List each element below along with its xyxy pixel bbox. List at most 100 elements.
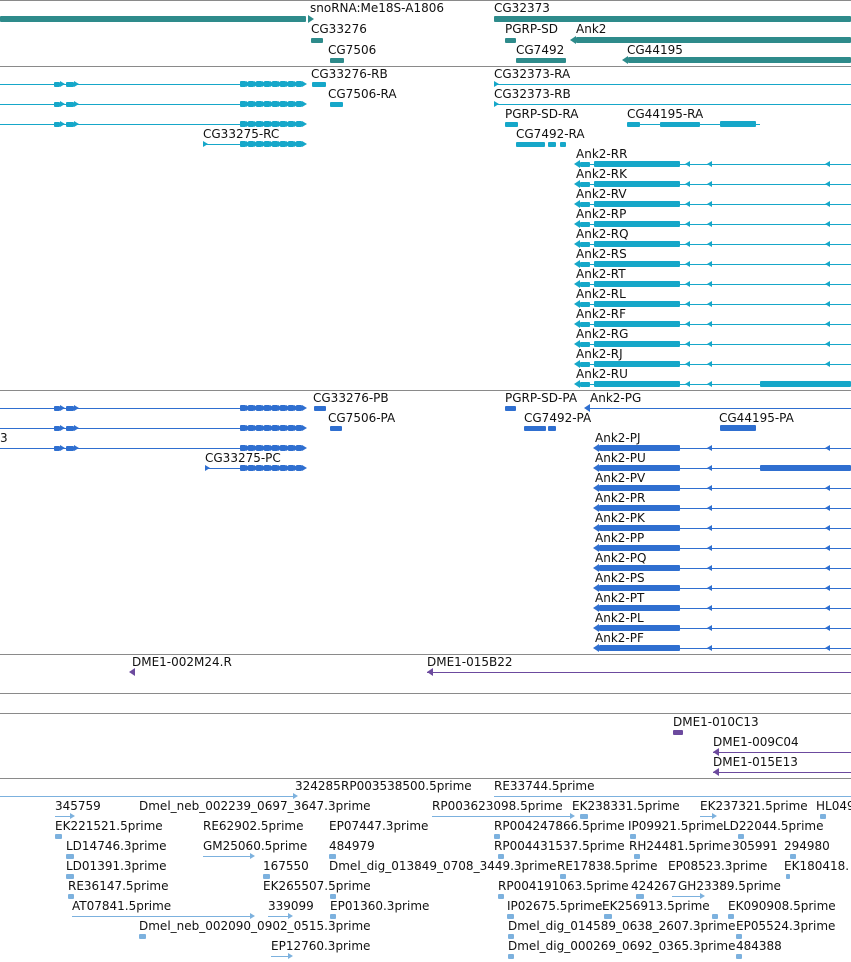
ests-label-484979[interactable]: 484979 <box>329 839 375 853</box>
exon-block[interactable] <box>548 142 556 147</box>
est-block[interactable] <box>630 834 636 839</box>
exon-block[interactable] <box>660 122 700 127</box>
ests-label-re62902-5prime[interactable]: RE62902.5prime <box>203 819 304 833</box>
proteins-label-ank2-ps[interactable]: Ank2-PS <box>595 571 645 585</box>
gene-bar[interactable] <box>494 16 851 22</box>
proteins-label-ank2-pr[interactable]: Ank2-PR <box>595 491 645 505</box>
ests-label-hl049[interactable]: HL049 <box>816 799 851 813</box>
exon-block[interactable] <box>580 322 590 327</box>
ests-label-re36147-5prime[interactable]: RE36147.5prime <box>68 879 169 893</box>
exon-block[interactable] <box>720 121 756 127</box>
est-block[interactable] <box>68 894 74 899</box>
est-block[interactable] <box>498 854 504 859</box>
exon-block[interactable] <box>548 426 556 431</box>
ests-label-324285[interactable]: 324285 <box>295 779 341 793</box>
ests-label-re33744-5prime[interactable]: RE33744.5prime <box>494 779 595 793</box>
exon-block[interactable] <box>594 241 680 247</box>
ests-label-345759[interactable]: 345759 <box>55 799 101 813</box>
genes-label-cg7506[interactable]: CG7506 <box>328 43 376 57</box>
gene-bar[interactable] <box>311 38 323 43</box>
transcripts-label-ank2-rr[interactable]: Ank2-RR <box>576 147 627 161</box>
est-block[interactable] <box>66 874 74 879</box>
exon-block[interactable] <box>516 142 545 147</box>
transcripts-label-cg44195-ra[interactable]: CG44195-RA <box>627 107 703 121</box>
ests-label-dmel-dig-000269-0692-0365-3prime[interactable]: Dmel_dig_000269_0692_0365.3prime <box>508 939 736 953</box>
exon-block[interactable] <box>580 162 590 167</box>
gene-bar[interactable] <box>516 58 566 63</box>
genes-label-cg44195[interactable]: CG44195 <box>627 43 683 57</box>
ests-label-rp003538500-5prime[interactable]: RP003538500.5prime <box>341 779 472 793</box>
exon-block[interactable] <box>580 222 590 227</box>
ests-label-ld01391-3prime[interactable]: LD01391.3prime <box>66 859 167 873</box>
est-block[interactable] <box>507 914 514 919</box>
ests-label-rp004247866-5prime[interactable]: RP004247866.5prime <box>494 819 625 833</box>
ests-label-rp004431537-5prime[interactable]: RP004431537.5prime <box>494 839 625 853</box>
transcripts-label-ank2-rs[interactable]: Ank2-RS <box>576 247 627 261</box>
exon-block[interactable] <box>594 261 680 267</box>
exon-block[interactable] <box>599 625 680 631</box>
exon-block[interactable] <box>599 585 680 591</box>
proteins-label-ank2-pf[interactable]: Ank2-PF <box>595 631 644 645</box>
transcripts-label-cg33276-rb[interactable]: CG33276-RB <box>311 67 388 81</box>
genes-label-cg33276[interactable]: CG33276 <box>311 22 367 36</box>
proteins-label-cg7492-pa[interactable]: CG7492-PA <box>524 411 591 425</box>
gene-bar[interactable] <box>330 58 344 63</box>
exon-block[interactable] <box>594 181 680 187</box>
est-block[interactable] <box>790 854 796 859</box>
est-block[interactable] <box>736 934 742 939</box>
est-block[interactable] <box>820 814 826 819</box>
exon-block[interactable] <box>599 525 680 531</box>
ests-label-ek238331-5prime[interactable]: EK238331.5prime <box>572 799 680 813</box>
est-block[interactable] <box>508 954 514 959</box>
ests-label-ld14746-3prime[interactable]: LD14746.3prime <box>66 839 167 853</box>
proteins-label-ank2-pp[interactable]: Ank2-PP <box>595 531 644 545</box>
ests-label-dmel-dig-013849-0708-3449-3prime[interactable]: Dmel_dig_013849_0708_3449.3prime <box>329 859 557 873</box>
ests-label-484388[interactable]: 484388 <box>736 939 782 953</box>
ests-label-167550[interactable]: 167550 <box>263 859 309 873</box>
exon-block[interactable] <box>594 361 680 367</box>
exon-block[interactable] <box>760 465 851 471</box>
ests-label-ep07447-3prime[interactable]: EP07447.3prime <box>329 819 428 833</box>
clones_b-label-dme1-015e13[interactable]: DME1-015E13 <box>713 755 798 769</box>
exon-block[interactable] <box>580 242 590 247</box>
transcripts-label-ank2-rk[interactable]: Ank2-RK <box>576 167 627 181</box>
exon-block[interactable] <box>599 565 680 571</box>
exon-block[interactable] <box>580 202 590 207</box>
exon-block[interactable] <box>524 426 546 431</box>
exon-block[interactable] <box>580 262 590 267</box>
proteins-label-cg33275-pc[interactable]: CG33275-PC <box>205 451 281 465</box>
ests-label-ek221521-5prime[interactable]: EK221521.5prime <box>55 819 163 833</box>
transcripts-label-ank2-rj[interactable]: Ank2-RJ <box>576 347 623 361</box>
exon-block[interactable] <box>599 465 680 471</box>
ests-label-at07841-5prime[interactable]: AT07841.5prime <box>72 899 171 913</box>
ests-label-dmel-neb-002090-0902-0515-3prime[interactable]: Dmel_neb_002090_0902_0515.3prime <box>139 919 371 933</box>
clones_b-label-dme1-010c13[interactable]: DME1-010C13 <box>673 715 759 729</box>
exon-block[interactable] <box>66 446 74 451</box>
exon-block[interactable] <box>594 321 680 327</box>
proteins-label-ank2-pq[interactable]: Ank2-PQ <box>595 551 646 565</box>
exon-block[interactable] <box>330 426 342 431</box>
est-block[interactable] <box>560 874 566 879</box>
est-block[interactable] <box>330 894 336 899</box>
exon-block[interactable] <box>580 182 590 187</box>
exon-block[interactable] <box>505 122 518 127</box>
gene-bar[interactable] <box>576 37 851 43</box>
transcripts-label-cg32373-rb[interactable]: CG32373-RB <box>494 87 571 101</box>
genes-label-ank2[interactable]: Ank2 <box>576 22 606 36</box>
exon-block[interactable] <box>560 142 566 147</box>
est-block[interactable] <box>494 834 500 839</box>
ests-label-294980[interactable]: 294980 <box>784 839 830 853</box>
genes-label-cg7492[interactable]: CG7492 <box>516 43 564 57</box>
ests-label-ep05524-3prime[interactable]: EP05524.3prime <box>736 919 835 933</box>
ests-label-rp003623098-5prime[interactable]: RP003623098.5prime <box>432 799 563 813</box>
est-block[interactable] <box>55 834 62 839</box>
transcripts-label-ank2-rv[interactable]: Ank2-RV <box>576 187 627 201</box>
proteins-label-cg44195-pa[interactable]: CG44195-PA <box>719 411 794 425</box>
est-block[interactable] <box>786 874 790 879</box>
exon-block[interactable] <box>594 341 680 347</box>
exon-block[interactable] <box>505 406 516 411</box>
exon-block[interactable] <box>760 381 851 387</box>
transcripts-label-ank2-rq[interactable]: Ank2-RQ <box>576 227 629 241</box>
est-block[interactable] <box>263 874 270 879</box>
ests-label-gm25060-5prime[interactable]: GM25060.5prime <box>203 839 307 853</box>
